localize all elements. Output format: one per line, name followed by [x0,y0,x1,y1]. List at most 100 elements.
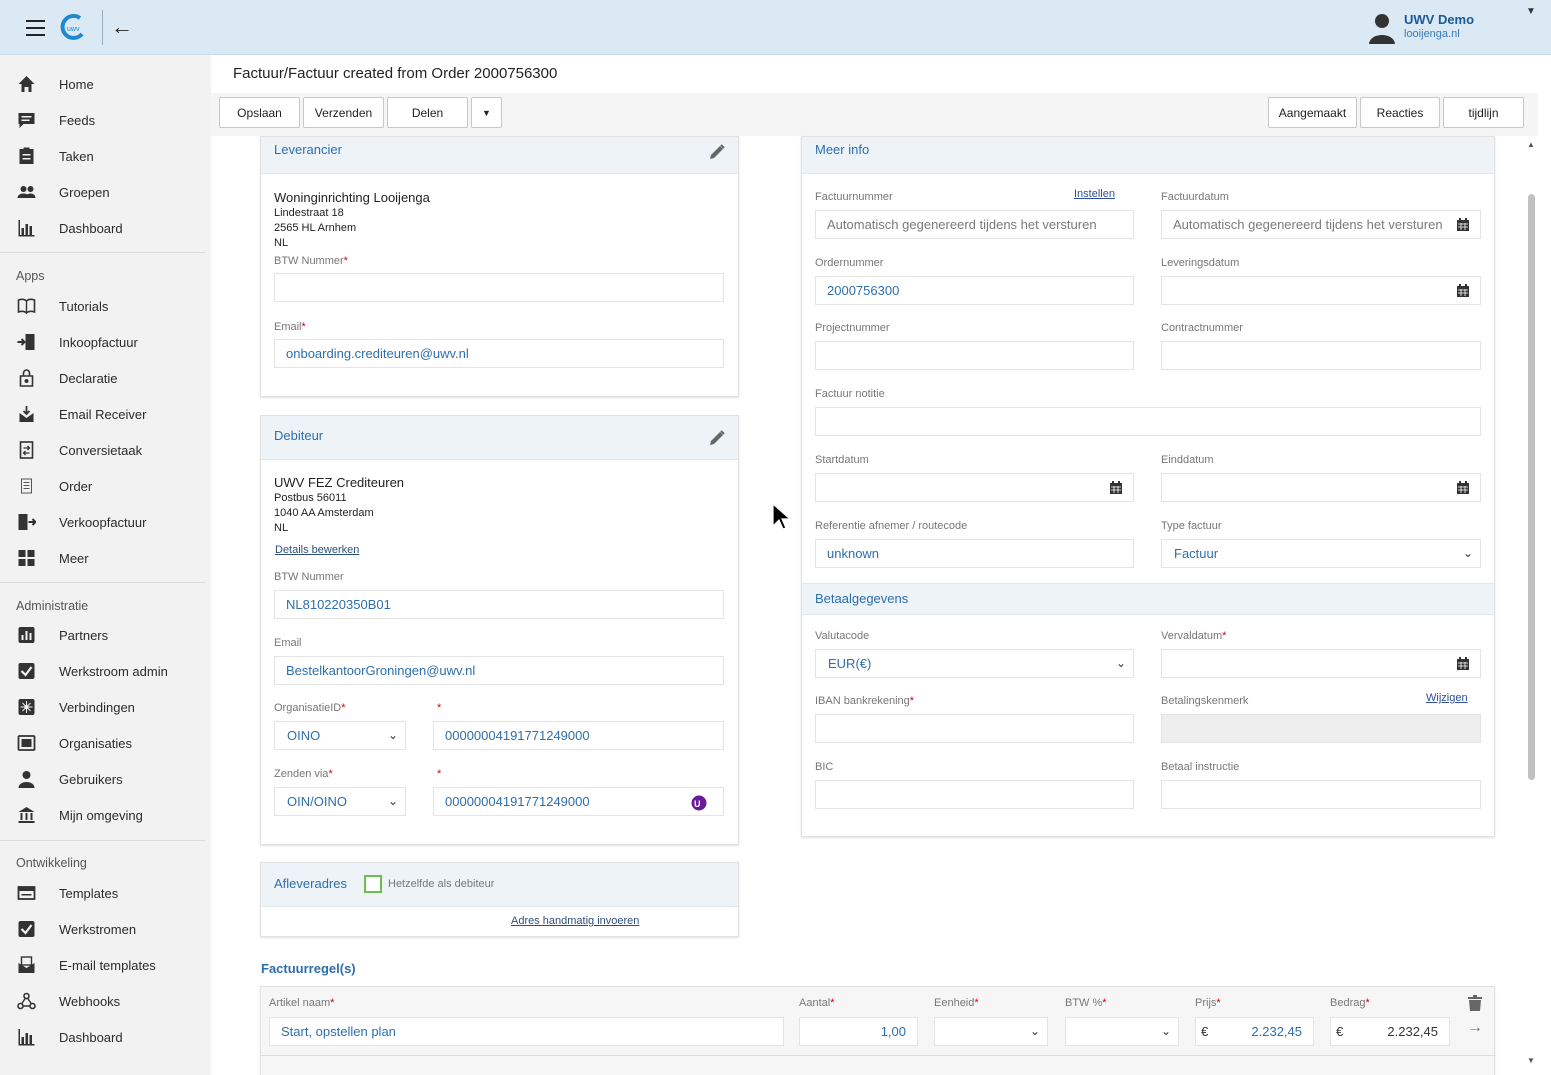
due-date-input[interactable] [1161,649,1481,678]
main-scrollbar[interactable]: ▲ ▼ [1524,136,1538,1075]
sidebar-item-feeds[interactable]: Feeds [0,102,205,138]
sidebar-item-templates[interactable]: Templates [0,875,205,911]
sidebar-item-inkoopfactuur[interactable]: Inkoopfactuur [0,324,205,360]
invoice-type-select[interactable]: Factuur ⌄ [1161,539,1481,568]
required-marker: * [437,768,442,780]
sidebar-item-label: Taken [59,149,94,164]
pencil-icon[interactable] [708,143,726,161]
order-number-input[interactable]: 2000756300 [815,276,1134,305]
sidebar-item-webhooks[interactable]: Webhooks [0,983,205,1019]
scrollbar-thumb[interactable] [1528,194,1535,780]
leverancier-header: Leverancier [261,137,738,174]
sidebar-item-mijn-omgeving[interactable]: Mijn omgeving [0,797,205,833]
created-button[interactable]: Aangemaakt [1268,97,1357,128]
debiteur-title: Debiteur [274,428,324,443]
sidebar-item-verbindingen[interactable]: Verbindingen [0,689,205,725]
share-button[interactable]: Delen [387,97,468,128]
book-icon [17,298,36,315]
organisation-id-input[interactable]: 00000004191771249000 [433,721,724,750]
scroll-down-icon[interactable]: ▼ [1527,1056,1535,1065]
order-number-label: Ordernummer [815,257,884,269]
back-arrow-icon[interactable]: ← [111,16,133,38]
calendar-icon[interactable] [1110,481,1122,494]
calendar-icon[interactable] [1457,481,1469,494]
chevron-down-icon[interactable]: ▼ [1526,6,1536,17]
article-name-input[interactable]: Start, opstellen plan [269,1017,784,1046]
email-input[interactable]: BestelkantoorGroningen@uwv.nl [274,656,724,685]
sidebar-item-taken[interactable]: Taken [0,138,205,174]
debiteur-header: Debiteur [261,416,738,460]
btw-input[interactable]: NL810220350B01 [274,590,724,619]
sidebar-item-order[interactable]: Order [0,468,205,504]
row-divider [261,1055,1496,1056]
delivery-date-label: Leveringsdatum [1161,257,1240,269]
contract-number-input[interactable] [1161,341,1481,370]
arrow-right-icon[interactable]: → [1467,1019,1483,1037]
send-via-id-input[interactable]: 00000004191771249000 [433,787,724,816]
quantity-input[interactable]: 1,00 [799,1017,918,1046]
calendar-icon[interactable] [1457,657,1469,670]
user-menu[interactable]: UWV Demo looijenga.nl ▼ [1368,6,1538,46]
btw-input[interactable] [274,273,724,302]
sidebar-item-email-templates[interactable]: E-mail templates [0,947,205,983]
bic-input[interactable] [815,780,1134,809]
project-number-input[interactable] [815,341,1134,370]
save-button[interactable]: Opslaan [219,97,300,128]
organisation-type-select[interactable]: OINO ⌄ [274,721,406,750]
sidebar-item-werkstromen[interactable]: Werkstromen [0,911,205,947]
delivery-date-input[interactable] [1161,276,1481,305]
change-payment-reference-link[interactable]: Wijzigen [1426,692,1468,704]
pencil-icon[interactable] [708,429,726,447]
start-date-input[interactable] [815,473,1134,502]
sidebar-item-organisaties[interactable]: Organisaties [0,725,205,761]
project-number-label: Projectnummer [815,322,890,334]
reactions-button[interactable]: Reacties [1360,97,1440,128]
sidebar-item-label: Declaratie [59,371,118,386]
invoice-note-input[interactable] [815,407,1481,436]
sidebar-item-tutorials[interactable]: Tutorials [0,288,205,324]
reference-input[interactable]: unknown [815,539,1134,568]
sidebar-item-gebruikers[interactable]: Gebruikers [0,761,205,797]
send-button[interactable]: Verzenden [303,97,384,128]
currency-select[interactable]: EUR(€) ⌄ [815,649,1134,678]
calendar-icon[interactable] [1457,218,1469,231]
iban-input[interactable] [815,714,1134,743]
amount-input[interactable]: €2.232,45 [1330,1017,1450,1046]
calendar-icon[interactable] [1457,284,1469,297]
sidebar-item-label: Mijn omgeving [59,808,143,823]
sidebar-item-declaratie[interactable]: Declaratie [0,360,205,396]
payment-instruction-input[interactable] [1161,780,1481,809]
end-date-input[interactable] [1161,473,1481,502]
uwv-logo[interactable]: uwv [60,13,88,43]
sidebar-item-partners[interactable]: Partners [0,617,205,653]
meer-info-header: Meer info [802,137,1494,174]
connections-icon [18,699,35,715]
sidebar-item-groepen[interactable]: Groepen [0,174,205,210]
email-label: Email [274,637,302,649]
more-actions-button[interactable]: ▼ [471,97,502,128]
sidebar-item-werkstroom-admin[interactable]: Werkstroom admin [0,653,205,689]
scroll-up-icon[interactable]: ▲ [1527,140,1535,149]
hamburger-menu-icon[interactable] [26,20,45,36]
timeline-button[interactable]: tijdlijn [1443,97,1524,128]
invoice-date-input[interactable]: Automatisch gegenereerd tijdens het vers… [1161,210,1481,239]
unit-select[interactable]: ⌄ [934,1017,1048,1046]
debiteur-name: UWV FEZ Crediteuren [274,475,405,490]
invoice-number-input[interactable]: Automatisch gegenereerd tijdens het vers… [815,210,1134,239]
details-edit-link[interactable]: Details bewerken [275,544,359,556]
sidebar-item-home[interactable]: Home [0,66,205,102]
sidebar-item-verkoopfactuur[interactable]: Verkoopfactuur [0,504,205,540]
manual-address-link[interactable]: Adres handmatig invoeren [511,915,639,927]
same-as-debtor-checkbox[interactable] [364,875,382,893]
set-invoice-number-link[interactable]: Instellen [1074,188,1115,200]
sidebar-item-meer[interactable]: Meer [0,540,205,576]
sidebar-item-dashboard-dev[interactable]: Dashboard [0,1019,205,1055]
send-via-type-select[interactable]: OIN/OINO ⌄ [274,787,406,816]
sidebar-item-conversietaak[interactable]: Conversietaak [0,432,205,468]
sidebar-item-dashboard[interactable]: Dashboard [0,210,205,246]
trash-icon[interactable] [1468,995,1482,1011]
email-input[interactable]: onboarding.crediteuren@uwv.nl [274,339,724,368]
sidebar-item-email-receiver[interactable]: Email Receiver [0,396,205,432]
vat-select[interactable]: ⌄ [1065,1017,1179,1046]
price-input[interactable]: €2.232,45 [1195,1017,1314,1046]
